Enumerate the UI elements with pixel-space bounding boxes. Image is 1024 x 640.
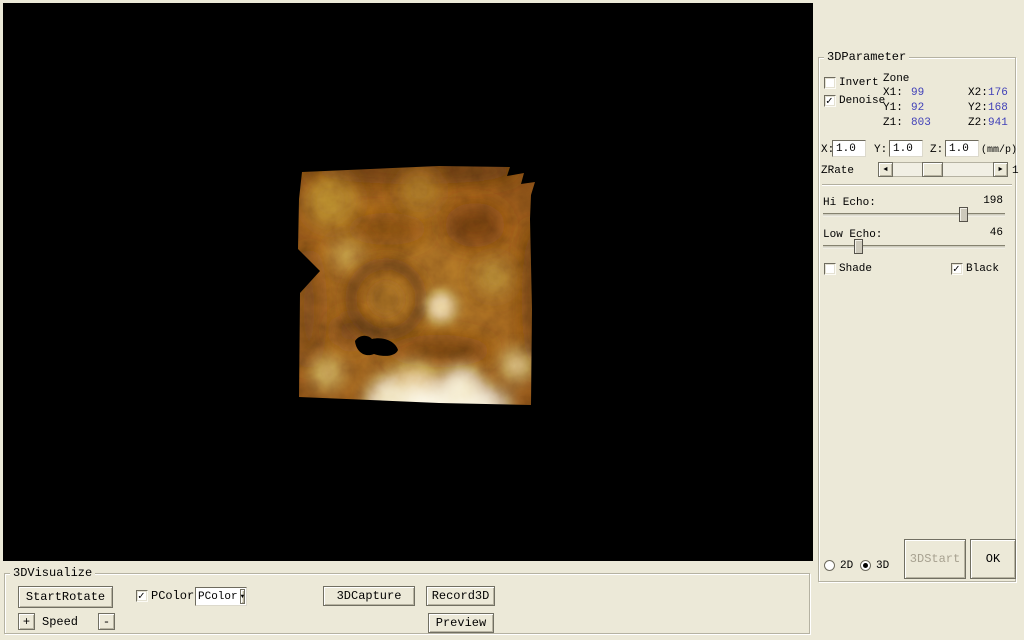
separator xyxy=(822,184,1012,186)
zone-z1-label: Z1: xyxy=(883,116,911,131)
hi-echo-slider-track[interactable] xyxy=(823,213,1005,217)
zone-x1-label: X1: xyxy=(883,86,911,101)
scale-unit-label: (mm/p) xyxy=(981,144,1017,157)
shade-label: Shade xyxy=(839,263,872,276)
chevron-down-icon[interactable]: ▼ xyxy=(240,589,246,604)
mode-2d-label: 2D xyxy=(840,560,853,573)
invert-label: Invert xyxy=(839,77,879,90)
speed-plus-button[interactable]: + xyxy=(18,613,35,630)
pcolor-checkbox[interactable] xyxy=(136,590,148,602)
mode-3d-radio[interactable] xyxy=(860,560,871,571)
hi-echo-slider-thumb[interactable] xyxy=(959,207,968,222)
zone-row-z: Z1: 803 Z2: 941 xyxy=(883,116,1017,131)
pcolor-dropdown[interactable]: PColor ▼ xyxy=(195,587,247,606)
black-label: Black xyxy=(966,263,999,276)
zone-y1-value: 92 xyxy=(911,101,968,116)
zrate-scroll-right-button[interactable]: ► xyxy=(993,162,1008,177)
zrate-scroll-left-button[interactable]: ◄ xyxy=(878,162,893,177)
zrate-scroll-thumb[interactable] xyxy=(922,162,943,177)
low-echo-label: Low Echo: xyxy=(823,229,882,242)
ultrasound-3d-render xyxy=(289,159,541,411)
zone-z2-value: 941 xyxy=(988,116,1008,131)
zone-row-y: Y1: 92 Y2: 168 xyxy=(883,101,1017,116)
scale-y-input[interactable] xyxy=(889,140,923,157)
low-echo-slider-track[interactable] xyxy=(823,245,1005,249)
zone-x1-value: 99 xyxy=(911,86,968,101)
zone-y1-label: Y1: xyxy=(883,101,911,116)
black-checkbox[interactable] xyxy=(951,263,963,275)
zone-x2-value: 176 xyxy=(988,86,1008,101)
record3d-button[interactable]: Record3D xyxy=(426,586,495,606)
mode-2d-radio[interactable] xyxy=(824,560,835,571)
3dstart-button[interactable]: 3DStart xyxy=(904,539,966,579)
pcolor-dropdown-value: PColor xyxy=(196,591,240,603)
ok-button[interactable]: OK xyxy=(970,539,1016,579)
mode-3d-label: 3D xyxy=(876,560,889,573)
invert-checkbox[interactable] xyxy=(824,77,836,89)
zone-readout: Zone X1: 99 X2: 176 Y1: 92 Y2: 168 Z1: 8… xyxy=(883,73,1017,131)
scale-z-label: Z: xyxy=(930,144,943,157)
zone-label: Zone xyxy=(883,73,1017,86)
zrate-scrollbar[interactable]: ◄ ► xyxy=(878,162,1008,177)
hi-echo-label: Hi Echo: xyxy=(823,197,876,210)
speed-minus-button[interactable]: - xyxy=(98,613,115,630)
zone-z2-label: Z2: xyxy=(968,116,988,131)
hi-echo-value: 198 xyxy=(983,195,1003,207)
low-echo-slider-thumb[interactable] xyxy=(854,239,863,254)
zrate-value: 1 xyxy=(1012,165,1019,178)
scale-y-label: Y: xyxy=(874,144,887,157)
zone-x2-label: X2: xyxy=(968,86,988,101)
denoise-label: Denoise xyxy=(839,95,885,108)
preview-button[interactable]: Preview xyxy=(428,613,494,633)
app-window: 3DParameter Invert Denoise Zone X1: 99 X… xyxy=(0,0,1024,640)
low-echo-value: 46 xyxy=(990,227,1003,239)
zrate-label: ZRate xyxy=(821,165,854,178)
zone-row-x: X1: 99 X2: 176 xyxy=(883,86,1017,101)
render-viewport[interactable] xyxy=(3,3,813,561)
denoise-checkbox[interactable] xyxy=(824,95,836,107)
shade-checkbox[interactable] xyxy=(824,263,836,275)
parameter-panel: 3DParameter Invert Denoise Zone X1: 99 X… xyxy=(818,57,1016,582)
pcolor-label: PColor xyxy=(151,590,194,603)
arrow-left-icon: ◄ xyxy=(883,166,887,174)
zone-y2-label: Y2: xyxy=(968,101,988,116)
visualize-panel-title: 3DVisualize xyxy=(10,566,95,580)
arrow-right-icon: ► xyxy=(998,166,1002,174)
visualize-panel: 3DVisualize StartRotate + Speed - PColor… xyxy=(4,573,810,634)
scale-z-input[interactable] xyxy=(945,140,979,157)
scale-x-input[interactable] xyxy=(832,140,866,157)
zone-z1-value: 803 xyxy=(911,116,968,131)
3dcapture-button[interactable]: 3DCapture xyxy=(323,586,415,606)
zone-y2-value: 168 xyxy=(988,101,1008,116)
parameter-panel-title: 3DParameter xyxy=(824,50,909,64)
speed-label: Speed xyxy=(42,616,78,629)
start-rotate-button[interactable]: StartRotate xyxy=(18,586,113,608)
